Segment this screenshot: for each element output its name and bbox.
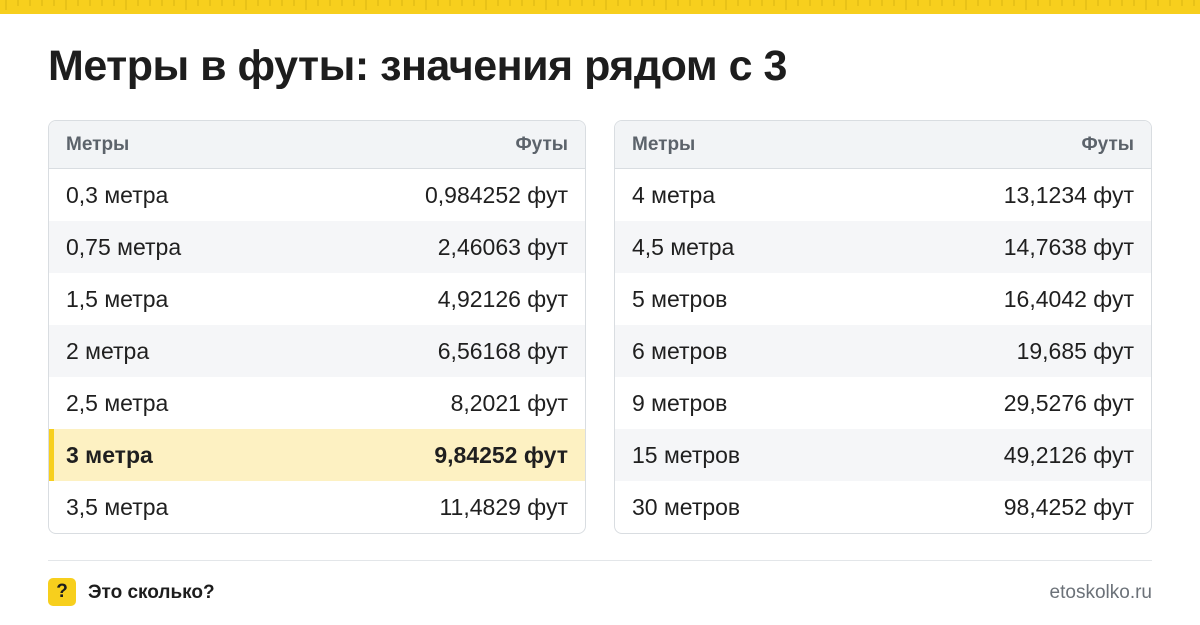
meters-cell: 15 метров [632,441,741,468]
feet-cell: 0,984252 фут [424,181,568,208]
conversion-table-right: Метры Футы 4 метра 13,1234 фут 4,5 метра… [614,120,1152,534]
table-header: Метры Футы [49,121,585,169]
meters-cell: 0,3 метра [66,181,169,208]
table-row: 3,5 метра 11,4829 фут [49,481,585,533]
feet-cell: 19,685 фут [1016,337,1134,364]
meters-cell: 30 метров [632,493,741,520]
feet-cell: 49,2126 фут [1003,441,1134,468]
header-meters: Метры [66,133,130,155]
feet-cell: 98,4252 фут [1003,493,1134,520]
table-row: 4 метра 13,1234 фут [615,169,1151,221]
feet-cell: 11,4829 фут [439,493,568,520]
meters-cell: 3,5 метра [66,493,169,520]
ruler-bar [0,0,1200,14]
table-row: 4,5 метра 14,7638 фут [615,221,1151,273]
page-title: Метры в футы: значения рядом с 3 [48,42,787,90]
feet-cell: 13,1234 фут [1003,181,1134,208]
site-url[interactable]: etoskolko.ru [1050,582,1152,604]
meters-cell: 5 метров [632,285,728,312]
meters-cell: 6 метров [632,337,728,364]
meters-cell: 1,5 метра [66,285,169,312]
table-row: 0,3 метра 0,984252 фут [49,169,585,221]
brand-name: Это сколько? [88,582,215,603]
meters-cell: 3 метра [66,441,153,468]
feet-cell: 16,4042 фут [1003,285,1134,312]
conversion-table-left: Метры Футы 0,3 метра 0,984252 фут 0,75 м… [48,120,586,534]
table-row: 2,5 метра 8,2021 фут [49,377,585,429]
table-row: 2 метра 6,56168 фут [49,325,585,377]
meters-cell: 9 метров [632,389,728,416]
feet-cell: 14,7638 фут [1003,233,1134,260]
meters-cell: 4,5 метра [632,233,735,260]
footer-divider [48,560,1152,561]
feet-cell: 9,84252 фут [434,441,568,468]
table-row-highlighted: 3 метра 9,84252 фут [49,429,585,481]
meters-cell: 2,5 метра [66,389,169,416]
ruler-ticks [5,0,1195,10]
table-row: 0,75 метра 2,46063 фут [49,221,585,273]
feet-cell: 29,5276 фут [1003,389,1134,416]
table-row: 30 метров 98,4252 фут [615,481,1151,533]
meters-cell: 2 метра [66,337,150,364]
table-row: 1,5 метра 4,92126 фут [49,273,585,325]
header-feet: Футы [1081,133,1134,155]
feet-cell: 6,56168 фут [437,337,568,364]
table-row: 15 метров 49,2126 фут [615,429,1151,481]
table-row: 9 метров 29,5276 фут [615,377,1151,429]
header-feet: Футы [515,133,568,155]
meters-cell: 0,75 метра [66,233,182,260]
table-header: Метры Футы [615,121,1151,169]
question-icon: ? [48,578,76,606]
feet-cell: 4,92126 фут [437,285,568,312]
meters-cell: 4 метра [632,181,716,208]
header-meters: Метры [632,133,696,155]
table-row: 6 метров 19,685 фут [615,325,1151,377]
feet-cell: 2,46063 фут [437,233,568,260]
feet-cell: 8,2021 фут [450,389,568,416]
table-row: 5 метров 16,4042 фут [615,273,1151,325]
